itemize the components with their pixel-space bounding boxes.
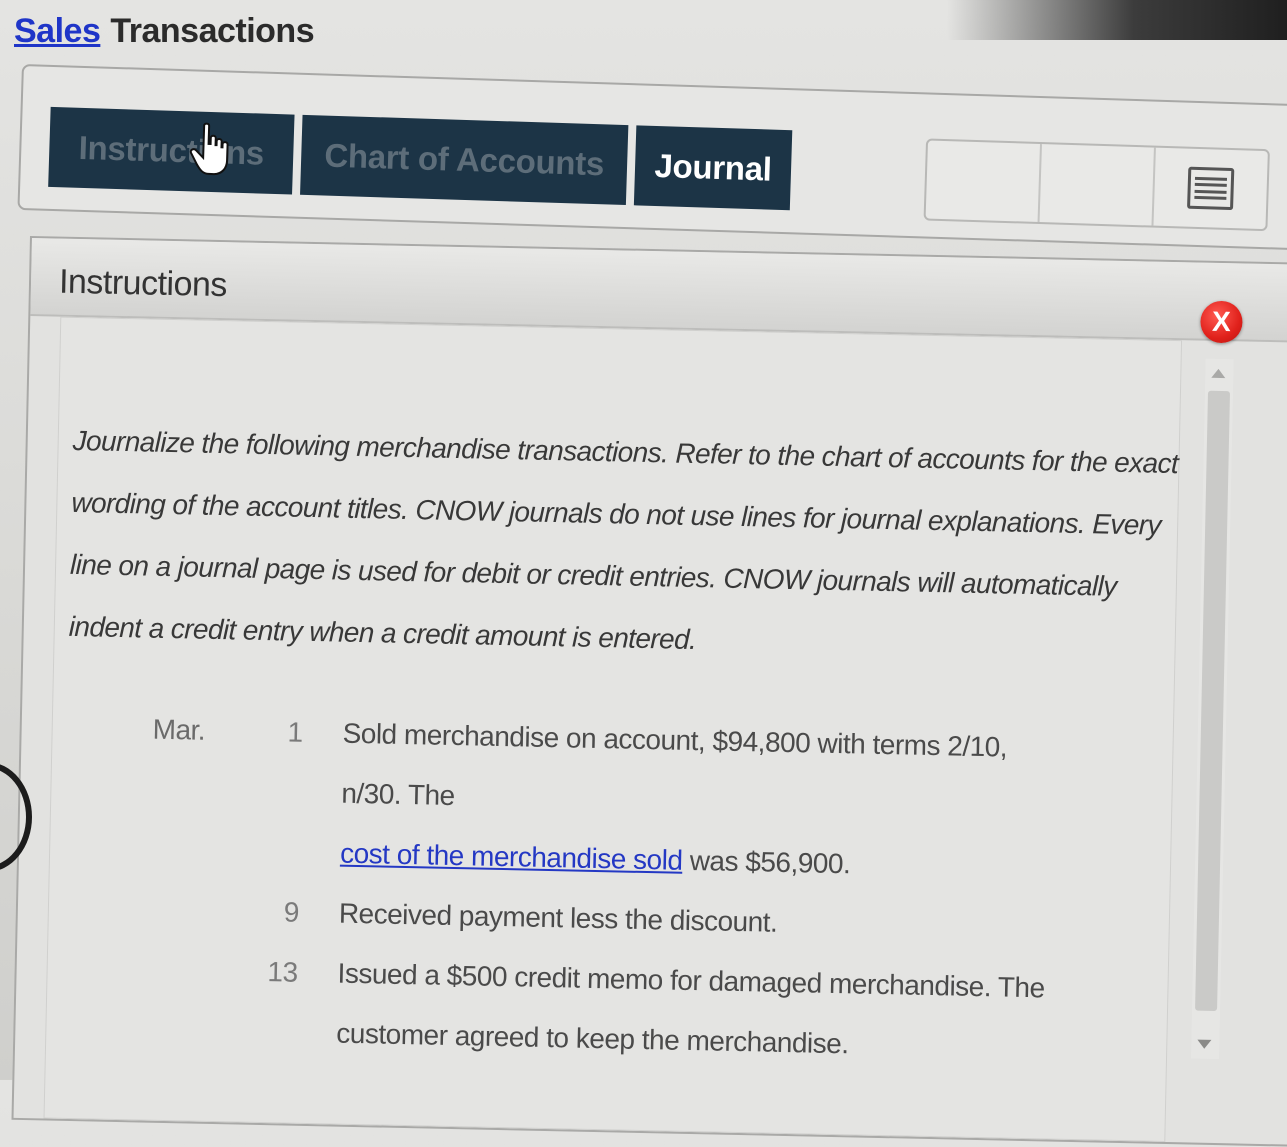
instructions-panel: Instructions X Journalize the following … [11, 236, 1287, 1147]
vertical-scrollbar[interactable] [1191, 358, 1234, 1060]
tab-bar: Instructions Chart of Accounts Journal [17, 64, 1287, 251]
page-title-text: Transactions [110, 12, 315, 50]
tab-chart-of-accounts[interactable]: Chart of Accounts [300, 114, 629, 206]
menu-button[interactable] [1153, 148, 1267, 229]
transaction-day: 1 [287, 716, 303, 748]
scroll-down-icon[interactable] [1197, 1039, 1212, 1049]
transaction-day: 13 [267, 956, 298, 988]
toolbar-button-1[interactable] [925, 140, 1042, 223]
transaction-text-after: was $56,900. [682, 844, 851, 880]
transaction-month [146, 940, 258, 1062]
transaction-day: 9 [283, 896, 300, 928]
instruction-text: Journalize the following merchandise tra… [68, 424, 1179, 656]
transaction-row: 13 Issued a $500 credit memo for damaged… [146, 940, 1048, 1079]
hand-cursor-icon [189, 122, 229, 176]
scroll-up-icon[interactable] [1211, 368, 1226, 379]
tab-journal-label: Journal [653, 146, 773, 188]
tab-instructions-label: Instructions [78, 128, 265, 172]
page-title: Sales Transactions [14, 12, 315, 51]
tab-instructions[interactable]: Instructions [48, 106, 295, 195]
transaction-text: Sold merchandise on account, $94,800 wit… [341, 717, 1008, 812]
scroll-thumb[interactable] [1195, 390, 1231, 1012]
sales-link[interactable]: Sales [14, 12, 101, 50]
tab-journal[interactable]: Journal [633, 125, 793, 211]
transaction-month: Mar. [152, 713, 206, 746]
transaction-description: Issued a $500 credit memo for damaged me… [336, 957, 1045, 1060]
panel-title: Instructions [58, 262, 228, 305]
panel-body: Journalize the following merchandise tra… [43, 316, 1183, 1142]
toolbar-button-group [923, 138, 1270, 232]
background-corner [947, 0, 1287, 40]
transaction-row: Mar. 1 Sold merchandise on account, $94,… [150, 700, 1054, 899]
menu-icon [1187, 166, 1235, 211]
toolbar-button-2[interactable] [1039, 144, 1156, 226]
transaction-month [148, 880, 259, 942]
cost-of-merchandise-sold-link[interactable]: cost of the merchandise sold [340, 838, 683, 876]
transaction-description: Sold merchandise on account, $94,800 wit… [340, 704, 1054, 899]
transaction-list: Mar. 1 Sold merchandise on account, $94,… [146, 700, 1053, 1079]
tab-chart-of-accounts-label: Chart of Accounts [323, 136, 605, 183]
close-icon: X [1211, 305, 1232, 338]
